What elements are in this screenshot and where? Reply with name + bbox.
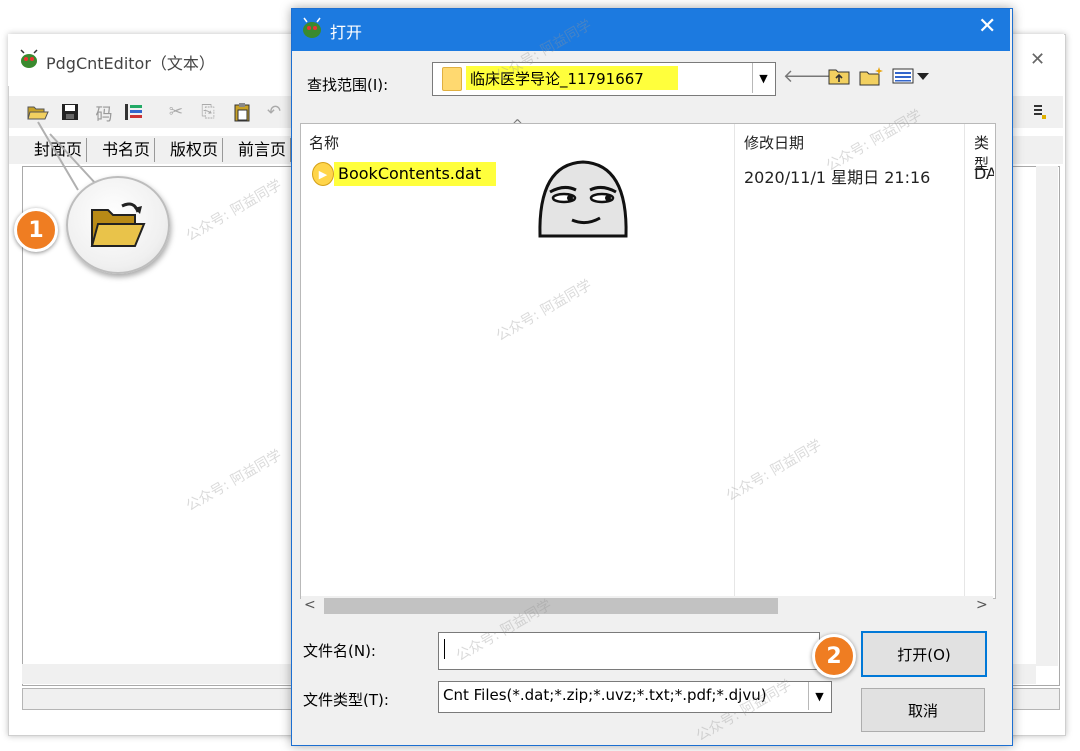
open-folder-icon[interactable] — [26, 100, 50, 124]
step-2-badge: 2 — [812, 634, 856, 678]
paste-icon[interactable] — [230, 100, 254, 124]
step-1-badge: 1 — [14, 208, 58, 252]
filetype-label: 文件类型(T): — [303, 691, 389, 709]
sort-ascending-icon: ^ — [512, 118, 523, 133]
code-button[interactable]: 码 — [92, 100, 116, 125]
dialog-close-icon[interactable]: ✕ — [978, 16, 996, 38]
tab-title-page[interactable]: 书名页 — [98, 138, 156, 162]
cancel-button[interactable]: 取消 — [861, 688, 985, 732]
background-window-title: PdgCntEditor（文本） — [46, 54, 215, 73]
background-close-icon[interactable]: ✕ — [1030, 49, 1045, 70]
smirk-face-sticker — [538, 160, 628, 238]
open-button[interactable]: 打开(O) — [861, 631, 987, 677]
column-name[interactable]: 名称 — [309, 132, 339, 153]
lookin-dropdown-icon[interactable]: ▼ — [752, 63, 774, 93]
file-row-name[interactable]: BookContents.dat — [338, 164, 481, 183]
lookin-label: 查找范围(I): — [307, 76, 389, 94]
background-vertical-scrollbar[interactable] — [1036, 166, 1058, 666]
column-divider[interactable] — [964, 124, 965, 596]
undo-icon[interactable]: ↶ — [262, 100, 286, 124]
filetype-value: Cnt Files(*.dat;*.zip;*.uvz;*.txt;*.pdf;… — [443, 686, 767, 704]
text-caret — [444, 639, 445, 659]
back-icon[interactable]: 🡐 — [783, 64, 831, 88]
open-folder-zoom-icon — [90, 202, 146, 247]
format-icon[interactable] — [1028, 100, 1052, 124]
filename-label: 文件名(N): — [303, 642, 376, 660]
view-menu-icon[interactable] — [892, 64, 932, 88]
file-list[interactable] — [300, 123, 996, 599]
scroll-left-icon[interactable]: < — [304, 597, 316, 613]
scroll-right-icon[interactable]: > — [976, 597, 988, 613]
dialog-title: 打开 — [330, 23, 363, 42]
new-folder-icon[interactable] — [858, 64, 886, 88]
tab-copyright[interactable]: 版权页 — [166, 138, 224, 162]
save-icon[interactable] — [58, 100, 82, 124]
dialog-bug-icon — [303, 17, 321, 38]
list-icon[interactable] — [122, 100, 146, 124]
column-modified[interactable]: 修改日期 — [744, 132, 804, 153]
app-bug-icon — [20, 49, 38, 68]
dialog-titlebar — [292, 9, 1010, 51]
folder-icon — [442, 67, 462, 91]
cut-icon[interactable]: ✂ — [164, 100, 188, 124]
column-divider[interactable] — [734, 124, 735, 596]
tab-preface[interactable]: 前言页 — [234, 138, 292, 162]
copy-icon[interactable]: ⎘ — [196, 100, 220, 124]
file-row-type: DA — [974, 164, 994, 183]
up-folder-icon[interactable] — [826, 64, 852, 88]
tab-cover[interactable]: 封面页 — [30, 138, 88, 162]
dat-file-icon: ▶ — [312, 162, 334, 186]
filetype-dropdown-icon[interactable]: ▼ — [808, 682, 830, 710]
